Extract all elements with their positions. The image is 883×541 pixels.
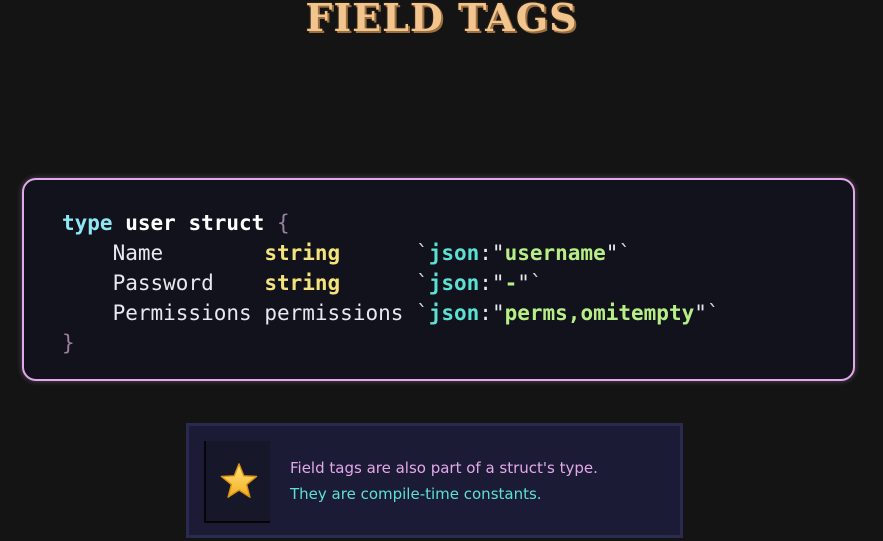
note-text-line2: They are compile-time constants. xyxy=(290,485,542,503)
tag-value: - xyxy=(504,271,518,295)
note-icon-frame xyxy=(204,441,270,523)
note-callout: Field tags are also part of a struct's t… xyxy=(186,423,683,538)
code-line-field: Name string `json:"username"` xyxy=(62,238,631,268)
tag-backtick: ` xyxy=(416,241,429,265)
tag-value: perms,omitempty xyxy=(504,301,695,325)
tag-colon: : xyxy=(479,301,492,325)
code-line-close: } xyxy=(62,328,75,358)
field-name: Password xyxy=(112,271,214,295)
tag-key: json xyxy=(428,271,480,295)
tag-backtick: ` xyxy=(416,301,429,325)
tag-key: json xyxy=(428,241,480,265)
keyword-type: type xyxy=(62,211,113,235)
tag-quote: " xyxy=(605,241,619,265)
note-text-line1: Field tags are also part of a struct's t… xyxy=(290,459,598,477)
code-line-field: Permissions permissions `json:"perms,omi… xyxy=(62,298,720,328)
field-type: string xyxy=(264,271,341,295)
slide-title: FIELD TAGS xyxy=(305,0,578,40)
field-type: string xyxy=(264,241,341,265)
tag-quote: " xyxy=(491,301,505,325)
keyword-struct: struct xyxy=(188,211,265,235)
tag-backtick: ` xyxy=(618,241,632,265)
tag-key: json xyxy=(428,301,480,325)
open-brace: { xyxy=(276,211,290,235)
code-line-struct-header: type user struct { xyxy=(62,208,290,238)
field-type: permissions xyxy=(264,301,404,325)
star-icon xyxy=(220,463,258,498)
code-block: type user struct { Name string `json:"us… xyxy=(22,178,855,381)
field-name: Permissions xyxy=(112,301,252,325)
code-line-field: Password string `json:"-"` xyxy=(62,268,543,298)
tag-backtick: ` xyxy=(706,301,720,325)
tag-backtick: ` xyxy=(416,271,429,295)
tag-colon: : xyxy=(479,241,492,265)
tag-quote: " xyxy=(694,301,707,325)
tag-quote: " xyxy=(491,271,505,295)
tag-quote: " xyxy=(491,241,505,265)
tag-backtick: ` xyxy=(529,271,543,295)
struct-name: user xyxy=(125,211,176,235)
tag-value: username xyxy=(504,241,606,265)
field-name: Name xyxy=(112,241,164,265)
tag-quote: " xyxy=(517,271,530,295)
tag-colon: : xyxy=(479,271,492,295)
close-brace: } xyxy=(62,331,75,355)
